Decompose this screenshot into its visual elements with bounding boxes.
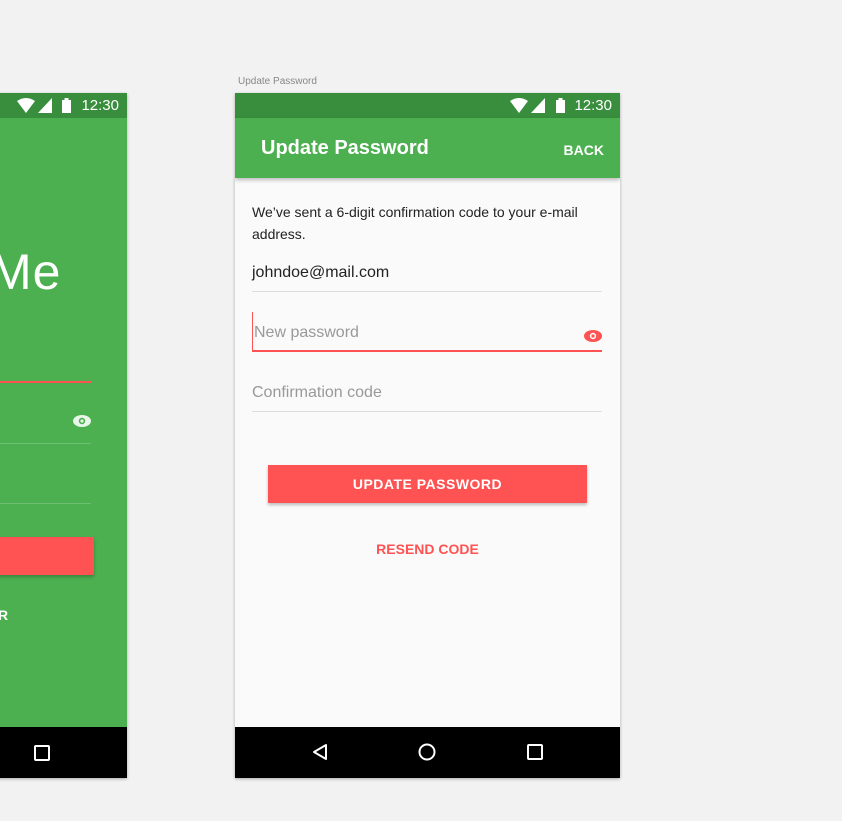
recents-icon[interactable] (34, 745, 50, 761)
update-password-button[interactable]: UPDATE PASSWORD (268, 465, 587, 503)
home-icon[interactable] (418, 743, 436, 761)
left-phone-screen: 12:30 Me R (0, 93, 127, 778)
eye-icon[interactable] (584, 330, 602, 342)
artboard-label: Update Password (238, 76, 317, 87)
back-button[interactable]: BACK (564, 142, 604, 158)
primary-button[interactable] (0, 537, 94, 575)
wifi-icon (510, 98, 528, 113)
app-title-fragment: Me (0, 244, 62, 300)
recents-icon[interactable] (527, 744, 543, 760)
battery-icon (556, 98, 565, 113)
divider (0, 443, 91, 444)
confirmation-code-placeholder: Confirmation code (252, 384, 382, 401)
back-icon[interactable] (311, 743, 329, 761)
app-bar: Update Password BACK (235, 118, 620, 178)
battery-icon (62, 98, 71, 113)
signal-icon (38, 98, 52, 113)
status-bar: 12:30 (235, 93, 620, 118)
update-password-screen: 12:30 Update Password BACK We’ve sent a … (235, 93, 620, 778)
new-password-input[interactable]: New password (252, 312, 602, 352)
confirmation-message: We’ve sent a 6-digit confirmation code t… (252, 204, 578, 242)
nav-bar (235, 727, 620, 778)
page-title: Update Password (261, 137, 429, 159)
new-password-placeholder: New password (254, 324, 359, 341)
confirmation-code-input[interactable]: Confirmation code (252, 372, 602, 412)
status-bar: 12:30 (0, 93, 127, 118)
email-field[interactable]: johndoe@mail.com (252, 252, 602, 292)
signal-icon (531, 98, 545, 113)
status-time: 12:30 (81, 97, 119, 114)
resend-code-button[interactable]: RESEND CODE (235, 541, 620, 557)
input-underline (0, 381, 91, 383)
text-button-fragment[interactable]: R (0, 607, 8, 623)
wifi-icon (17, 98, 35, 113)
divider (0, 503, 91, 504)
status-time: 12:30 (574, 97, 612, 114)
eye-icon[interactable] (73, 415, 91, 427)
nav-bar (0, 727, 127, 778)
